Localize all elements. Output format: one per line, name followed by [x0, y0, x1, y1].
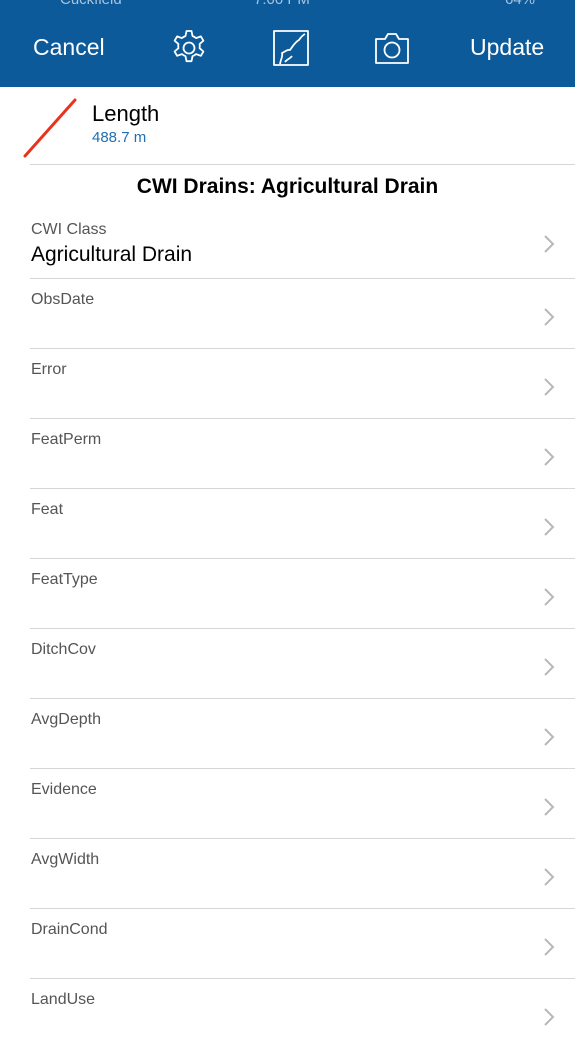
- line-feature-icon: [22, 97, 78, 159]
- cancel-button[interactable]: Cancel: [33, 8, 105, 87]
- chevron-right-icon: [543, 727, 555, 747]
- field-label: DitchCov: [31, 641, 96, 658]
- battery-level: 64%: [505, 0, 535, 8]
- chevron-right-icon: [543, 447, 555, 467]
- field-row-landuse[interactable]: LandUse: [0, 979, 575, 1049]
- chevron-right-icon: [543, 867, 555, 887]
- field-row-avgdepth[interactable]: AvgDepth: [0, 699, 575, 769]
- field-label: Feat: [31, 501, 64, 518]
- length-value: 488.7 m: [92, 129, 147, 146]
- field-row-error[interactable]: Error: [0, 349, 575, 419]
- field-label: AvgWidth: [31, 851, 100, 868]
- geometry-summary: Length 488.7 m: [0, 87, 575, 164]
- field-label: ObsDate: [31, 291, 95, 308]
- field-label: Evidence: [31, 781, 97, 798]
- field-row-draincond[interactable]: DrainCond: [0, 909, 575, 979]
- gear-icon[interactable]: [169, 28, 209, 68]
- field-label: DrainCond: [31, 921, 108, 938]
- field-row-avgwidth[interactable]: AvgWidth: [0, 839, 575, 909]
- field-row-feat[interactable]: Feat: [0, 489, 575, 559]
- field-value: Agricultural Drain: [31, 243, 193, 266]
- update-button[interactable]: Update: [470, 8, 544, 87]
- section-title: CWI Drains: Agricultural Drain: [136, 175, 439, 198]
- chevron-right-icon: [543, 377, 555, 397]
- field-label: LandUse: [31, 991, 96, 1008]
- field-label: FeatType: [31, 571, 98, 588]
- map-feature-icon[interactable]: [271, 28, 311, 68]
- status-time: 7:00 PM: [254, 0, 310, 8]
- field-label: AvgDepth: [31, 711, 101, 728]
- camera-icon[interactable]: [372, 28, 412, 68]
- field-row-feattype[interactable]: FeatType: [0, 559, 575, 629]
- attribute-list: CWI Class Agricultural Drain ObsDate Err…: [0, 209, 575, 1049]
- field-label: Error: [31, 361, 67, 378]
- carrier-name: Cuckfield: [60, 0, 122, 8]
- field-label: CWI Class: [31, 221, 107, 238]
- chevron-right-icon: [543, 797, 555, 817]
- field-row-cwi-class[interactable]: CWI Class Agricultural Drain: [0, 209, 575, 279]
- status-bar: Cuckfield 7:00 PM 64%: [0, 0, 575, 8]
- chevron-right-icon: [543, 1007, 555, 1027]
- navigation-bar: Cancel Update: [0, 8, 575, 87]
- field-row-evidence[interactable]: Evidence: [0, 769, 575, 839]
- chevron-right-icon: [543, 657, 555, 677]
- chevron-right-icon: [543, 587, 555, 607]
- length-label: Length: [92, 101, 160, 126]
- field-row-featperm[interactable]: FeatPerm: [0, 419, 575, 489]
- chevron-right-icon: [543, 307, 555, 327]
- field-row-ditchcov[interactable]: DitchCov: [0, 629, 575, 699]
- field-row-obsdate[interactable]: ObsDate: [0, 279, 575, 349]
- field-label: FeatPerm: [31, 431, 102, 448]
- chevron-right-icon: [543, 234, 555, 254]
- chevron-right-icon: [543, 517, 555, 537]
- chevron-right-icon: [543, 937, 555, 957]
